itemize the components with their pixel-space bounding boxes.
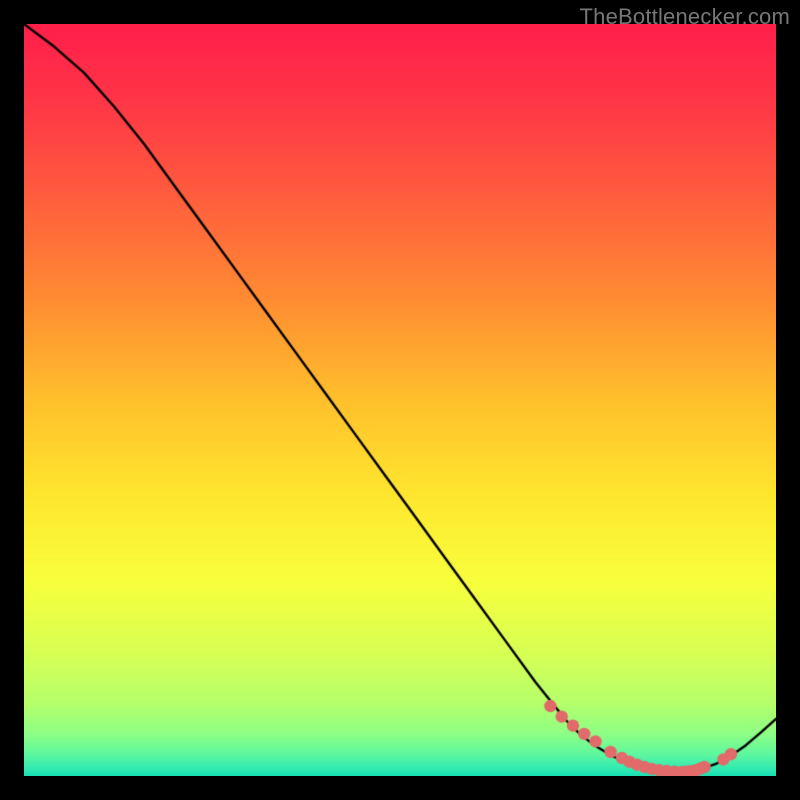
attribution-watermark: TheBottlenecker.com [580,4,790,30]
chart-stage: TheBottlenecker.com [0,0,800,800]
bottleneck-gradient-plot [24,24,776,776]
